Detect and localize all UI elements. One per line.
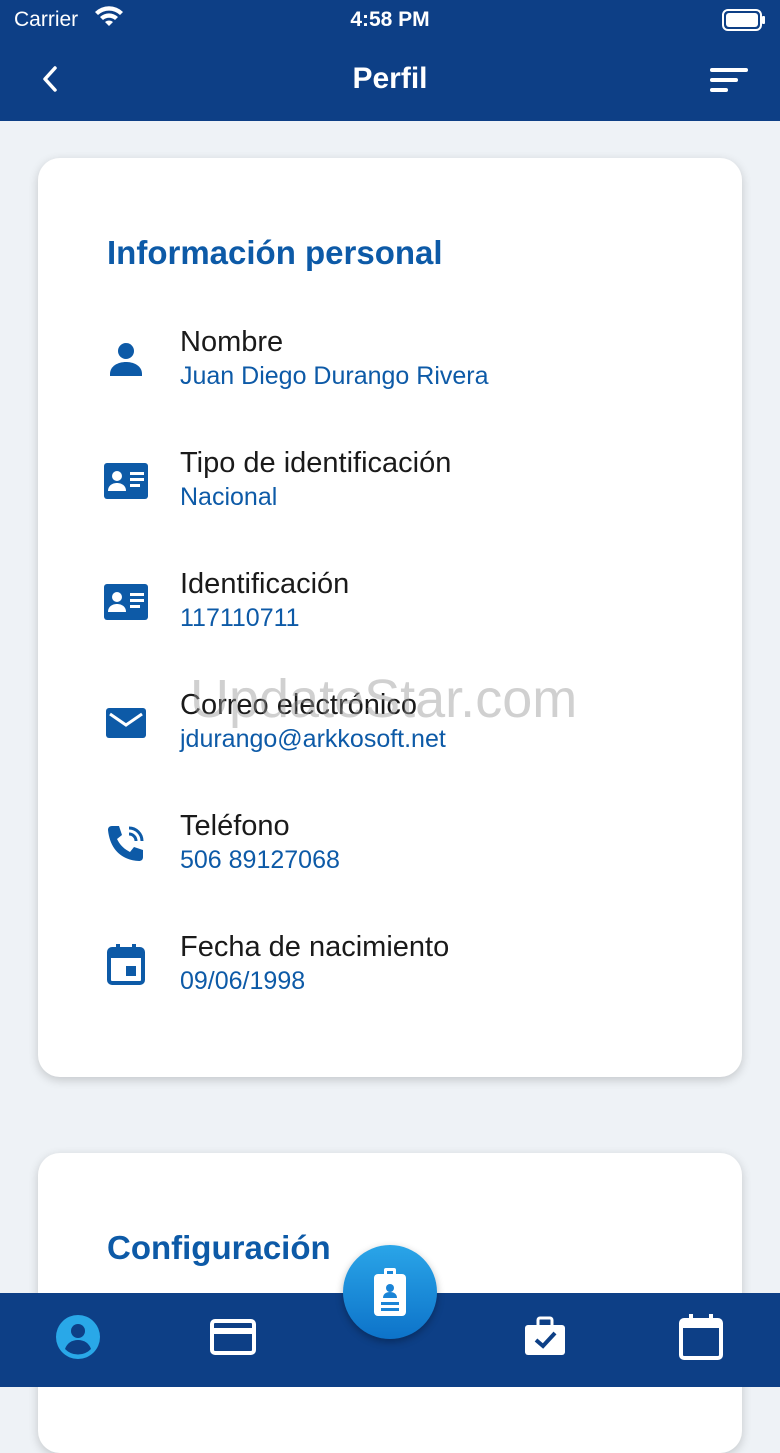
info-row-birthdate: Fecha de nacimiento 09/06/1998: [38, 931, 742, 1021]
row-value: Nacional: [180, 483, 278, 511]
row-label: Correo electrónico: [180, 689, 417, 721]
tab-tasks[interactable]: [515, 1307, 575, 1367]
row-value: 117110711: [180, 604, 300, 632]
row-value: jdurango@arkkosoft.net: [180, 725, 446, 753]
id-card-icon: [104, 584, 148, 620]
row-label: Fecha de nacimiento: [180, 931, 450, 963]
info-row-email: Correo electrónico jdurango@arkkosoft.ne…: [38, 689, 742, 779]
row-label: Nombre: [180, 326, 284, 358]
badge-icon: [374, 1268, 406, 1316]
profile-icon: [56, 1315, 100, 1359]
row-value: 09/06/1998: [180, 967, 306, 995]
tab-card[interactable]: [203, 1307, 263, 1367]
phone-icon: [108, 826, 144, 861]
briefcase-check-icon: [525, 1316, 565, 1355]
info-row-name: Nombre Juan Diego Durango Rivera: [38, 326, 742, 416]
card-icon: [210, 1319, 256, 1355]
row-label: Identificación: [180, 568, 350, 600]
sort-menu-button[interactable]: [710, 66, 748, 94]
person-icon: [110, 343, 142, 376]
info-row-id: Identificación 117110711: [38, 568, 742, 658]
calendar-icon: [679, 1314, 723, 1360]
page-title: Perfil: [352, 62, 428, 95]
id-card-icon: [104, 463, 148, 499]
personal-info-title: Información personal: [107, 234, 443, 271]
badge-fab-button[interactable]: [343, 1245, 437, 1339]
row-label: Teléfono: [180, 810, 290, 842]
settings-title: Configuración: [107, 1229, 331, 1266]
calendar-icon: [107, 944, 145, 985]
row-value: Juan Diego Durango Rivera: [180, 362, 489, 390]
battery-icon: [722, 9, 765, 31]
tab-profile[interactable]: [48, 1307, 108, 1367]
mail-icon: [106, 708, 146, 738]
row-value: 506 89127068: [180, 846, 340, 874]
info-row-phone: Teléfono 506 89127068: [38, 810, 742, 900]
info-row-id-type: Tipo de identificación Nacional: [38, 447, 742, 537]
personal-info-card: Información personal Nombre Juan Diego D…: [38, 158, 742, 1077]
status-time: 4:58 PM: [350, 8, 430, 31]
tab-calendar[interactable]: [671, 1307, 731, 1367]
top-bar: Carrier 4:58 PM Perfil: [0, 0, 780, 121]
row-label: Tipo de identificación: [180, 447, 452, 479]
